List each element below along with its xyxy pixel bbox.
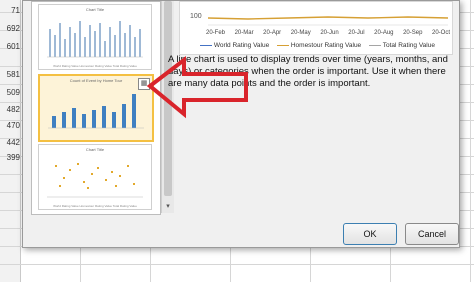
cell-value[interactable]: 581 [0,70,20,79]
x-tick-label: 20-Apr [263,30,282,36]
chart-list-scrollbar[interactable]: ▾ [161,1,174,213]
chart-preview: 100 20-Feb 20-Mar 20-Apr 20-May 20-Jun 2… [179,1,453,55]
chart-thumbnail-scatter[interactable]: Chart Title World Rating Value Homestour… [38,144,152,210]
preview-x-ticks: 20-Feb 20-Mar 20-Apr 20-May 20-Jun 20-Ju… [206,30,450,36]
chart-filter-icon[interactable]: ▦ [138,78,150,90]
preview-line-plot [208,16,448,26]
x-tick-label: 20-Aug [374,30,394,36]
legend-swatch-total [369,44,381,47]
chart-thumbnail-column[interactable]: Chart Title World Rating Value Homestour… [38,4,152,70]
thumbnail-legend: World Rating Value Homestour Rating Valu… [53,64,137,68]
gridline [0,264,474,265]
legend-item: Total Rating Value [382,42,435,49]
x-tick-label: 20-Sep [403,30,423,36]
gridline [470,0,471,282]
thumbnail-title: Chart Title [85,7,105,12]
chart-thumbnail-bar-selected[interactable]: Count of Event by Home Tour ▦ [38,74,154,142]
chart-type-description: A line chart is used to display trends o… [168,54,448,89]
x-tick-label: 20-Oct [431,30,450,36]
scrollbar-thumb[interactable] [164,1,172,196]
legend-item: World Rating Value [213,42,270,49]
scroll-down-arrow-icon[interactable]: ▾ [164,203,172,211]
chart-type-list[interactable]: Chart Title World Rating Value Homestour… [31,1,161,215]
cell-value[interactable]: 601 [0,42,20,51]
x-tick-label: 20-Feb [206,30,226,36]
cancel-button[interactable]: Cancel [405,223,459,245]
thumbnail-title: Chart Title [85,147,105,152]
legend-swatch-homestour [277,44,290,47]
x-tick-label: 20-Mar [234,30,254,36]
insert-chart-dialog: Chart Title World Rating Value Homestour… [22,0,460,248]
x-tick-label: 20-Jul [348,30,365,36]
ok-button[interactable]: OK [343,223,397,245]
preview-legend: World Rating Value Homestour Rating Valu… [200,42,435,49]
legend-swatch-world [200,44,212,47]
cell-value[interactable]: 71 [0,6,20,15]
thumbnail-title: Count of Event by Home Tour [69,78,123,83]
bar-thumbnail-plot [48,94,144,129]
x-tick-label: 20-May [290,30,311,36]
thumbnail-legend: World Rating Value Homestour Rating Valu… [53,204,137,208]
preview-y-tick: 100 [190,13,202,20]
cell-value[interactable]: 482 [0,105,20,114]
cell-value[interactable]: 470 [0,121,20,130]
cell-value[interactable]: 442 [0,138,20,147]
column-thumbnail-plot [47,21,143,58]
cell-value[interactable]: 692 [0,24,20,33]
x-tick-label: 20-Jun [320,30,339,36]
cell-value[interactable]: 509 [0,88,20,97]
cell-value[interactable]: 399 [0,153,20,162]
legend-item: Homestour Rating Value [290,42,362,49]
scatter-thumbnail-plot [47,163,143,198]
